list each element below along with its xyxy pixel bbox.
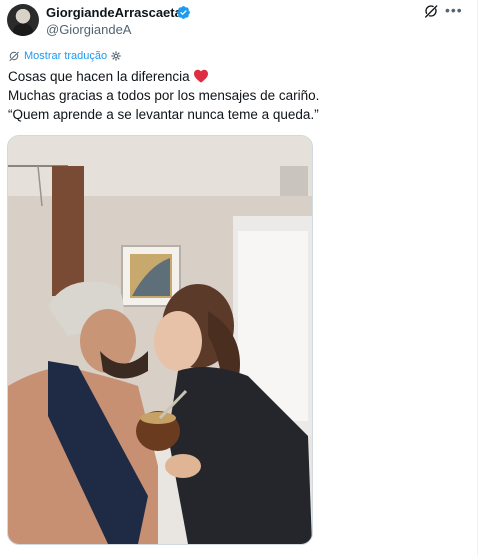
translate-icon [9,51,19,61]
tweet-line-text: Cosas que hacen la diferencia [8,69,190,84]
more-icon[interactable]: ••• [445,1,463,19]
display-name[interactable]: GiorgiandeArrascaeta [46,5,182,20]
tweet-card: GiorgiandeArrascaeta @GiorgiandeA ••• Mo… [0,0,478,556]
tweet-text: Cosas que hacen la diferencia Muchas gra… [8,67,468,124]
tweet-line: Cosas que hacen la diferencia [8,67,468,86]
tweet-line: “Quem aprende a se levantar nunca teme a… [8,107,319,122]
translate-label[interactable]: Mostrar tradução [24,50,107,62]
photo-illustration [8,136,312,544]
heart-emoji-icon [193,69,208,83]
tweet-line: Muchas gracias a todos por los mensajes … [8,88,320,103]
translate-link[interactable]: Mostrar tradução [8,49,121,63]
tweet-photo[interactable] [7,135,313,545]
handle[interactable]: @GiorgiandeA [46,22,131,37]
gear-icon[interactable] [111,51,121,61]
avatar[interactable] [7,4,39,36]
grok-icon[interactable] [423,3,439,19]
verified-badge-icon [177,6,190,19]
